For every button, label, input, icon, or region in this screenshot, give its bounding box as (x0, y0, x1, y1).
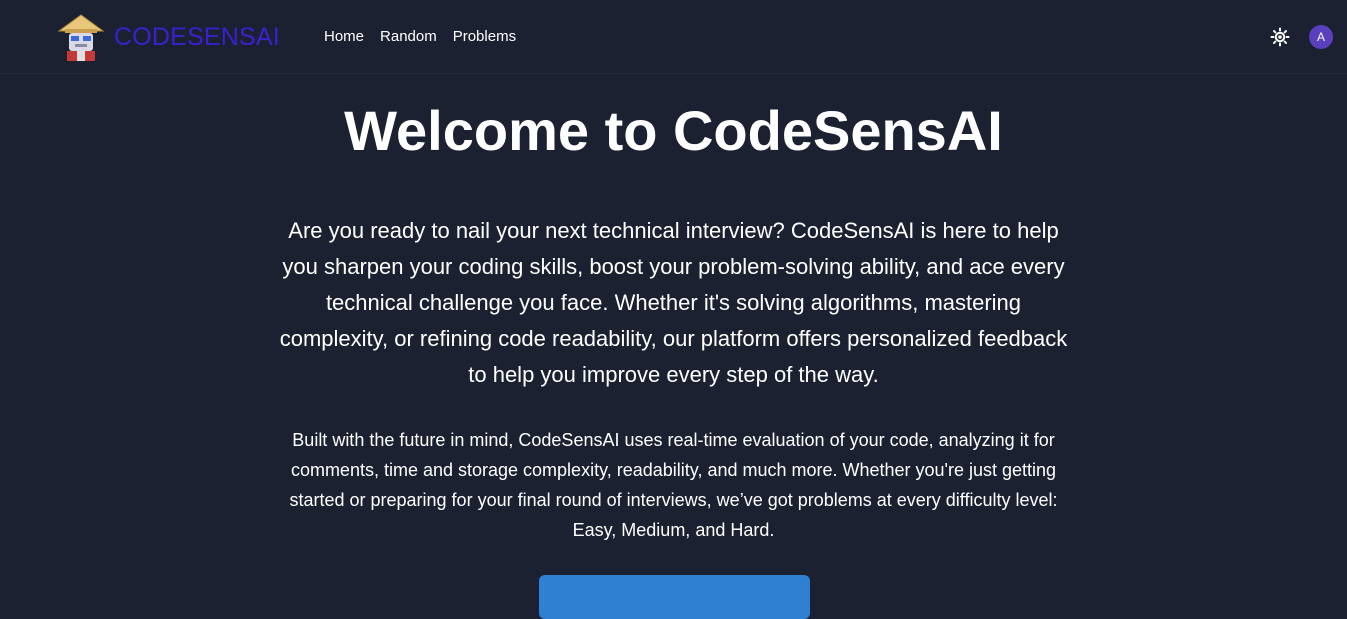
navbar: CODESENSAI Home Random Problems A (0, 0, 1347, 74)
intro-paragraph: Are you ready to nail your next technica… (279, 218, 1068, 387)
get-started-button[interactable] (539, 575, 810, 619)
nav-link-problems[interactable]: Problems (453, 28, 516, 46)
logo-icon[interactable] (57, 13, 105, 61)
nav-links: Home Random Problems (324, 28, 516, 46)
sun-icon[interactable] (1270, 27, 1290, 47)
page-title: Welcome to CodeSensAI (344, 99, 1003, 162)
user-avatar[interactable]: A (1309, 25, 1333, 49)
nav-link-home[interactable]: Home (324, 28, 364, 46)
nav-link-random[interactable]: Random (380, 28, 437, 46)
brand-name[interactable]: CODESENSAI (114, 22, 280, 52)
details-paragraph: Built with the future in mind, CodeSensA… (289, 430, 1058, 540)
